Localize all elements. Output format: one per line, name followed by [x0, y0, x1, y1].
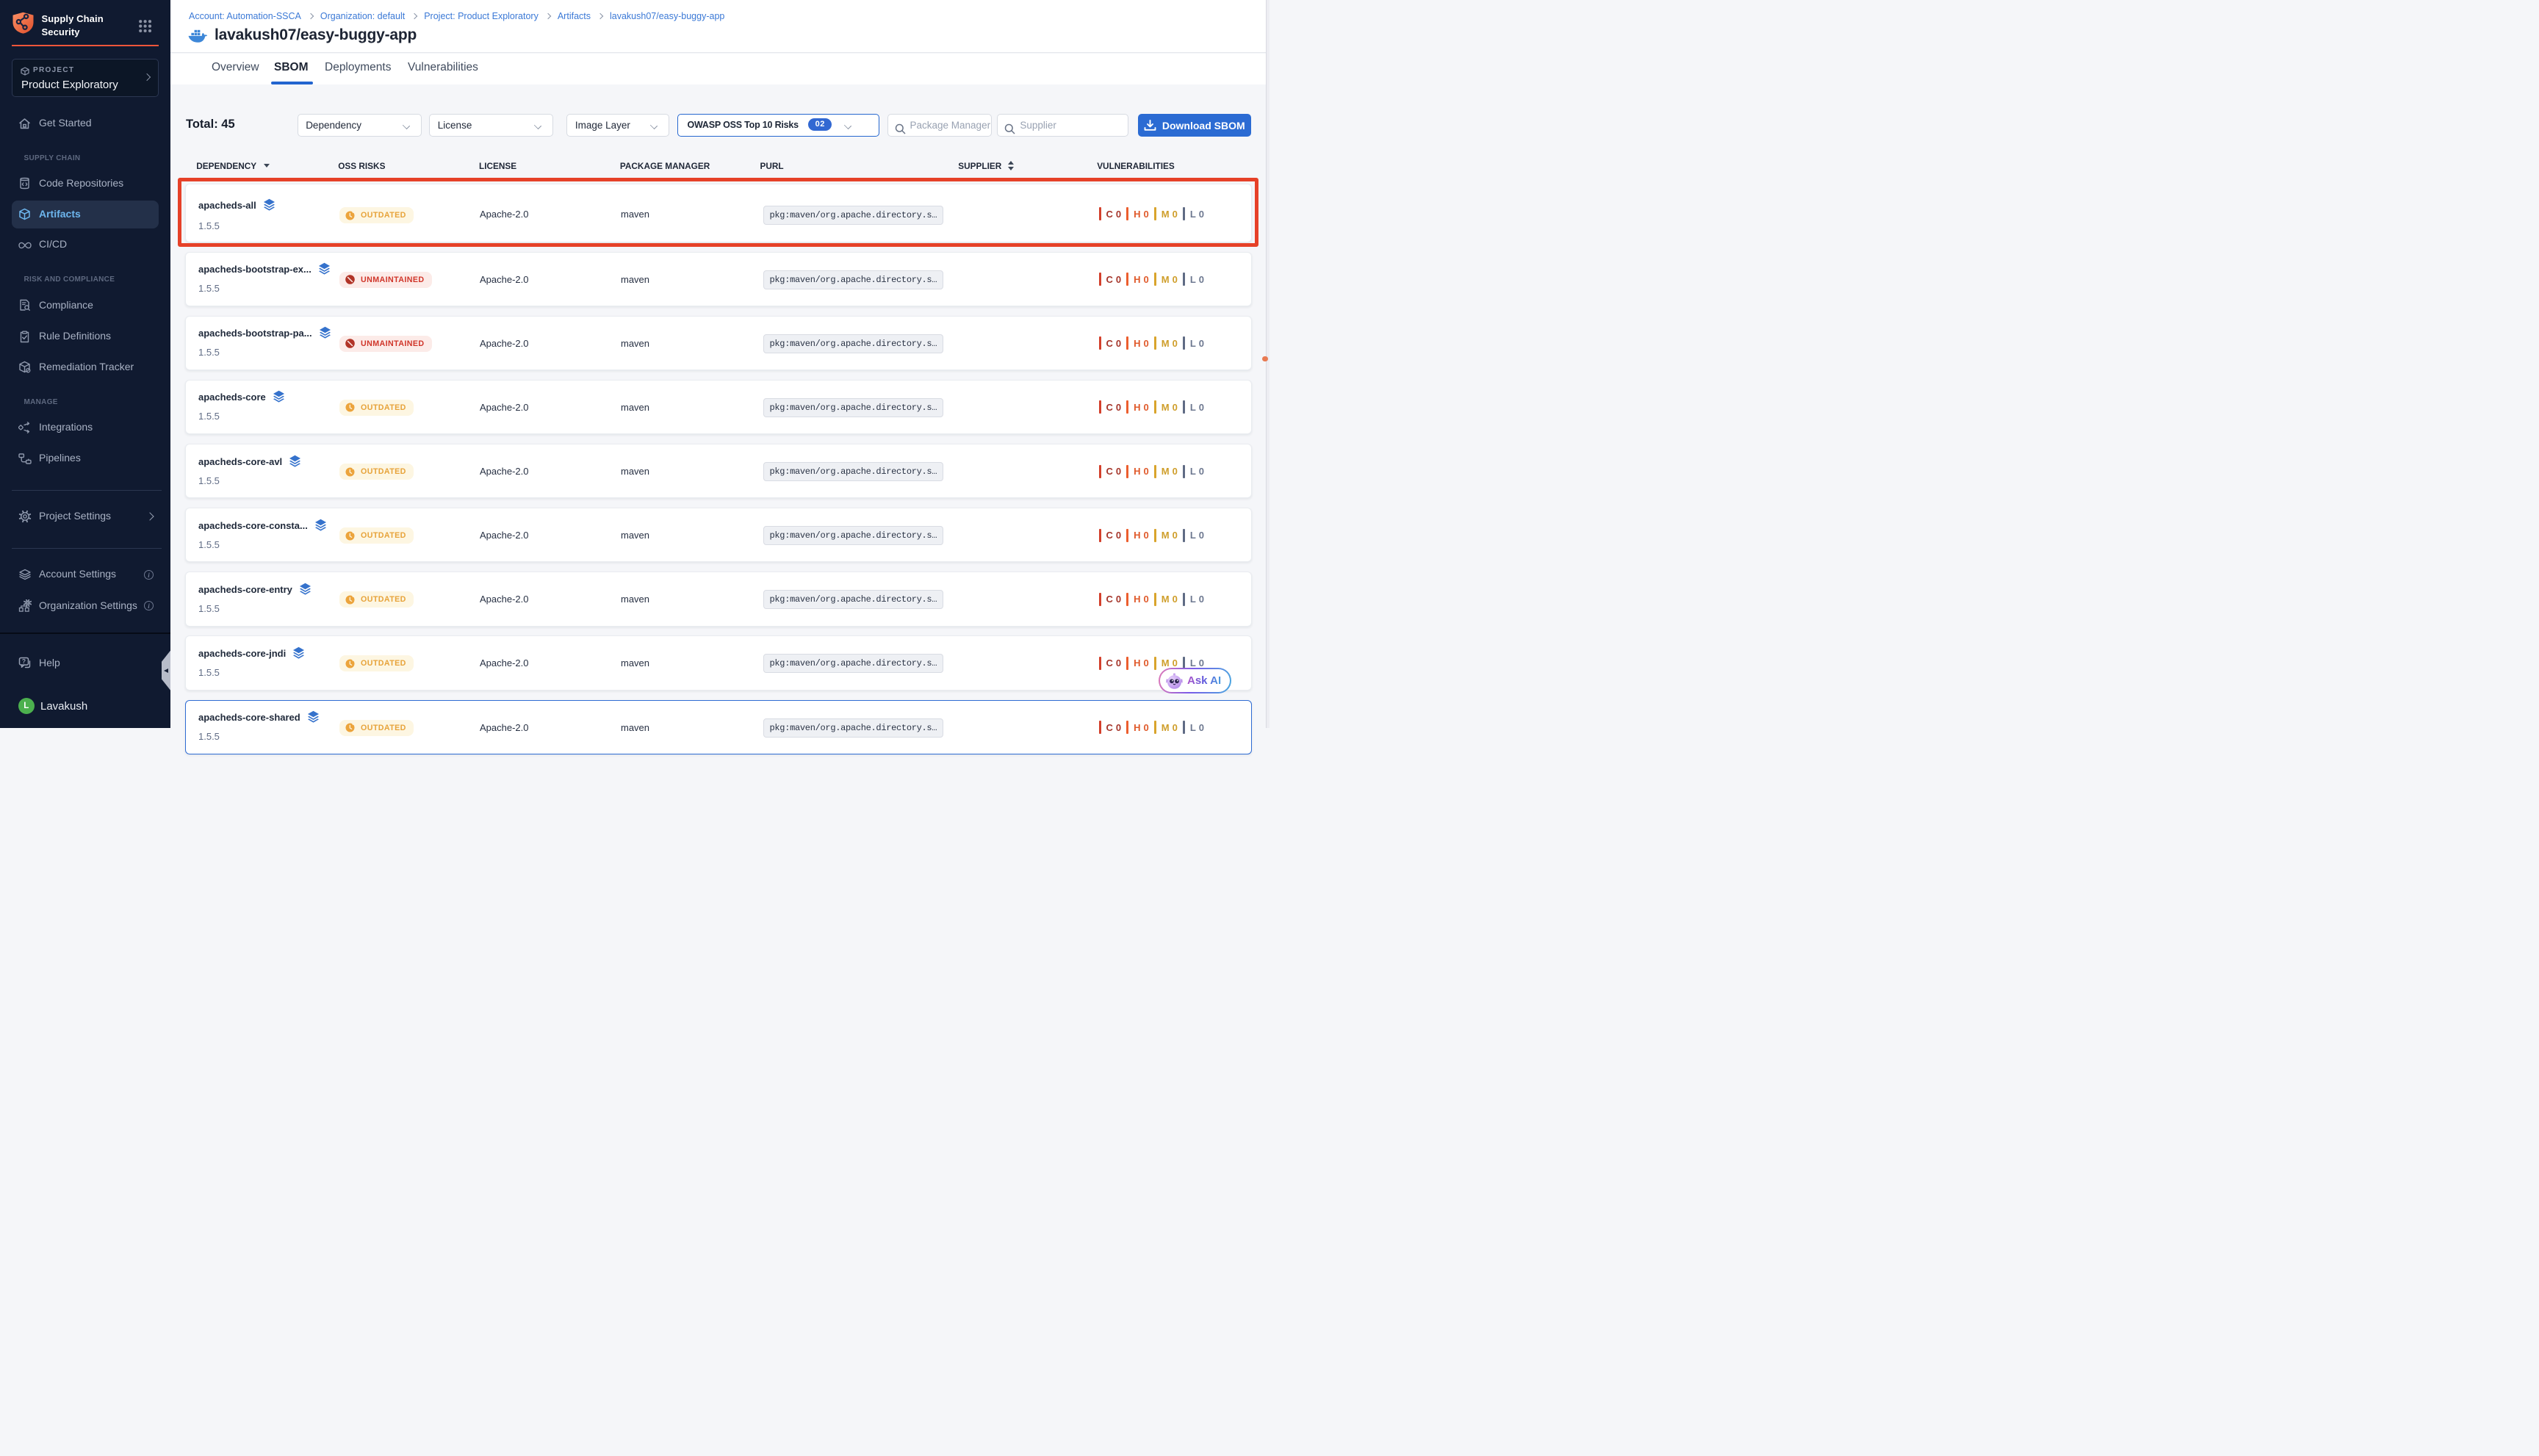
svg-text:?: ? [22, 657, 26, 665]
